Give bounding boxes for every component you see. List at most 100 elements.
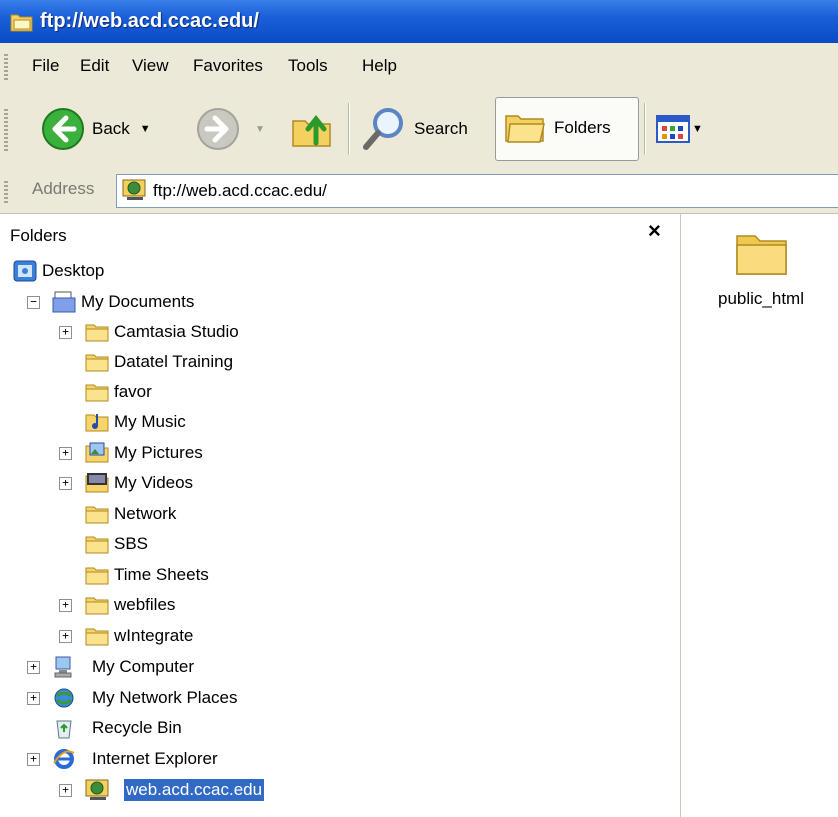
tree-label: SBS [114,534,149,553]
expand-icon[interactable]: + [27,661,40,674]
folder-icon [85,384,109,402]
toolbar-separator [644,103,646,155]
search-label: Search [414,119,468,138]
file-item-public-html[interactable]: public_html [701,228,821,309]
menu-help[interactable]: Help [362,56,397,76]
ftp-folder-icon [10,14,33,32]
tree-node-desktop[interactable]: Desktop [0,257,680,285]
address-grip[interactable] [4,179,8,205]
folder-icon [85,506,109,524]
folders-icon [505,115,545,143]
expand-icon[interactable]: + [59,599,72,612]
expand-icon[interactable]: + [59,326,72,339]
menu-edit[interactable]: Edit [80,56,109,76]
up-button[interactable] [290,99,334,159]
tree-node-my-videos[interactable]: + My Videos [0,469,680,497]
tree-node-my-music[interactable]: My Music [0,408,680,436]
ftp-globe-icon [85,779,109,800]
ftp-globe-icon [122,179,146,200]
folder-icon [85,628,109,646]
views-icon [656,115,690,143]
title-bar[interactable]: ftp://web.acd.ccac.edu/ [0,0,838,43]
up-folder-icon [292,114,331,147]
close-icon[interactable]: × [648,218,661,244]
folders-pane-header: Folders × [0,214,680,254]
views-dropdown-icon[interactable]: ▼ [692,123,703,135]
folders-pane: Folders × Desktop − My Documents + Camta… [0,214,681,817]
tree-label: favor [114,382,152,401]
back-label: Back [92,119,130,138]
tree-label: Camtasia Studio [114,322,239,341]
tree-label: Datatel Training [114,352,234,371]
tree-node-webfiles[interactable]: + webfiles [0,591,680,619]
back-button[interactable]: Back ▼ [40,99,151,159]
tree-label: wIntegrate [114,626,194,645]
folders-label: Folders [554,118,611,137]
tree-node-camtasia-studio[interactable]: + Camtasia Studio [0,318,680,346]
search-button[interactable]: Search [360,99,468,159]
menu-view[interactable]: View [132,56,169,76]
tree-label-selected: web.acd.ccac.edu [124,779,265,801]
folder-icon [85,536,109,554]
collapse-icon[interactable]: − [27,296,40,309]
computer-icon [54,656,72,678]
music-folder-icon [85,414,109,432]
back-dropdown-icon[interactable]: ▼ [140,123,151,135]
tree-label: My Pictures [114,443,203,462]
address-label: Address [32,179,95,198]
toolbar-grip[interactable] [4,107,8,153]
expand-icon[interactable]: + [59,477,72,490]
expand-icon[interactable]: + [59,447,72,460]
tree-label: Desktop [42,261,105,280]
expand-icon[interactable]: + [27,692,40,705]
forward-arrow-icon [197,108,239,150]
menu-bar: File Edit View Favorites Tools Help [0,43,838,90]
tree-node-wintegrate[interactable]: + wIntegrate [0,622,680,650]
tree-node-time-sheets[interactable]: Time Sheets [0,561,680,589]
forward-button[interactable]: ▼ [195,99,265,159]
tree-label: My Network Places [92,688,238,707]
expand-icon[interactable]: + [59,630,72,643]
forward-dropdown-icon: ▼ [255,123,265,135]
expand-icon[interactable]: + [27,753,40,766]
my-documents-icon [52,291,76,313]
expand-icon[interactable]: + [59,784,72,797]
menu-grip[interactable] [4,52,8,80]
tree-node-my-computer[interactable]: + My Computer [0,653,680,681]
search-magnifier-icon [363,108,403,150]
views-button[interactable]: ▼ [656,99,703,159]
tree-node-my-pictures[interactable]: + My Pictures [0,439,680,467]
address-bar: Address ftp://web.acd.ccac.edu/ [0,169,838,214]
tree-node-sbs[interactable]: SBS [0,530,680,558]
network-places-icon [54,688,74,708]
file-label: public_html [718,289,804,308]
folder-icon [85,354,109,372]
back-arrow-icon [42,108,84,150]
window-title: ftp://web.acd.ccac.edu/ [40,10,259,32]
folders-button[interactable]: Folders [495,97,639,161]
folders-pane-title: Folders [10,226,67,245]
recycle-bin-icon [56,720,72,739]
tree-label: Internet Explorer [92,749,218,768]
tree-node-my-network-places[interactable]: + My Network Places [0,684,680,712]
tree-node-recycle-bin[interactable]: Recycle Bin [0,714,680,742]
menu-file[interactable]: File [32,56,59,76]
menu-favorites[interactable]: Favorites [193,56,263,76]
desktop-icon [13,260,37,282]
tree-label: My Computer [92,657,195,676]
tree-node-network[interactable]: Network [0,500,680,528]
file-list-pane: public_html [681,214,838,817]
tree-node-web-acd-ccac-edu[interactable]: + web.acd.ccac.edu [0,776,680,804]
address-input[interactable]: ftp://web.acd.ccac.edu/ [153,181,327,201]
address-field[interactable]: ftp://web.acd.ccac.edu/ [116,174,838,208]
tree-label: My Documents [81,292,195,311]
tree-node-favor[interactable]: favor [0,378,680,406]
pictures-folder-icon [85,442,109,463]
tree-node-internet-explorer[interactable]: + Internet Explorer [0,745,680,773]
menu-tools[interactable]: Tools [288,56,328,76]
folder-icon [85,597,109,615]
tree-node-my-documents[interactable]: − My Documents [0,288,680,316]
internet-explorer-icon [53,749,75,769]
tree-node-datatel-training[interactable]: Datatel Training [0,348,680,376]
videos-folder-icon [85,473,109,493]
